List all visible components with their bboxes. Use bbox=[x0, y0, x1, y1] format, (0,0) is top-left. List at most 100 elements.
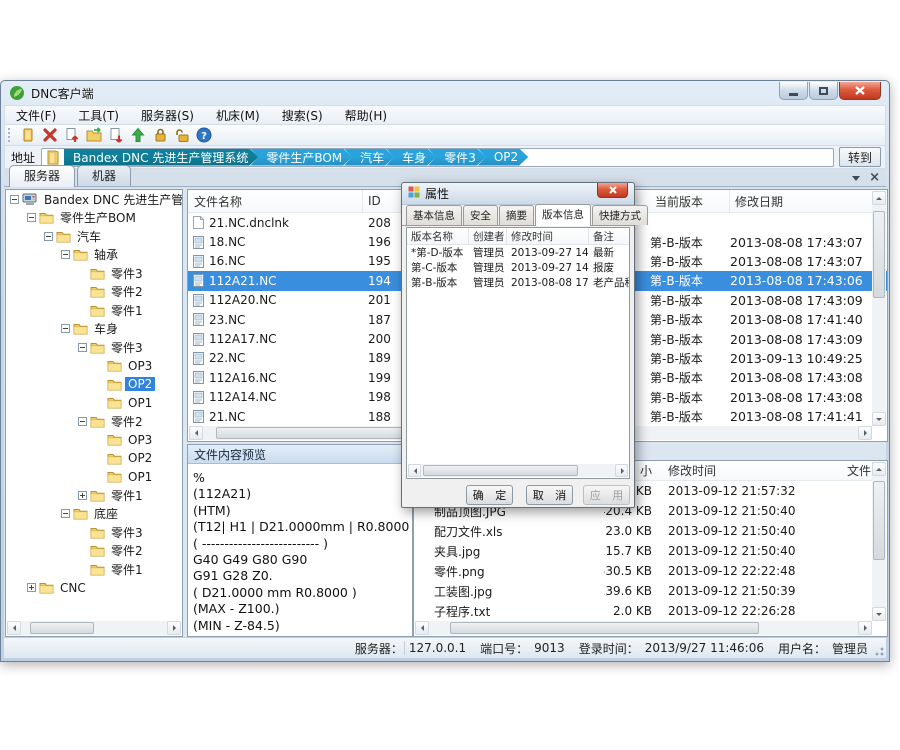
tree-item[interactable]: OP3 bbox=[6, 431, 182, 450]
tab-machine[interactable]: 机器 bbox=[77, 165, 131, 186]
menu-machine[interactable]: 机床(M) bbox=[205, 106, 271, 124]
tree-item[interactable]: 零件1 bbox=[6, 486, 182, 505]
cancel-button[interactable]: 取 消 bbox=[526, 485, 573, 505]
address-box[interactable]: Bandex DNC 先进生产管理系统零件生产BOM汽车车身零件3OP2 bbox=[41, 148, 834, 167]
column-header-version[interactable]: 当前版本 bbox=[650, 190, 730, 212]
menu-search[interactable]: 搜索(S) bbox=[271, 106, 334, 124]
collapse-icon[interactable] bbox=[61, 324, 70, 333]
tree-item[interactable]: 底座 bbox=[6, 505, 182, 524]
scroll-down-icon[interactable] bbox=[872, 607, 886, 621]
panel-close-icon[interactable]: × bbox=[869, 173, 880, 183]
scroll-right-icon[interactable] bbox=[167, 621, 181, 635]
scroll-up-icon[interactable] bbox=[872, 462, 886, 476]
tree-item[interactable]: OP3 bbox=[6, 357, 182, 376]
scroll-thumb[interactable] bbox=[423, 465, 578, 476]
expand-icon[interactable] bbox=[78, 491, 87, 500]
apply-button[interactable]: 应 用 bbox=[583, 485, 630, 505]
checkin-document-icon[interactable] bbox=[61, 126, 83, 145]
scroll-thumb[interactable] bbox=[873, 211, 885, 298]
attachment-row[interactable]: 零件.png530.5 KB2013-09-12 22:22:48 bbox=[414, 561, 887, 581]
tree-item[interactable]: 零件2 bbox=[6, 283, 182, 302]
column-header-version-name[interactable]: 版本名称 bbox=[407, 228, 469, 244]
version-row[interactable]: 第-C-版本管理员2013-09-27 14:...报废 bbox=[407, 260, 629, 275]
attachments-vscrollbar[interactable] bbox=[872, 462, 886, 621]
tree-item[interactable]: OP2 bbox=[6, 375, 182, 394]
collapse-icon[interactable] bbox=[61, 250, 70, 259]
menu-help[interactable]: 帮助(H) bbox=[334, 106, 398, 124]
tree-item[interactable]: 零件生产BOM bbox=[6, 209, 182, 228]
tree-item[interactable]: OP2 bbox=[6, 449, 182, 468]
go-button[interactable]: 转到 bbox=[839, 147, 881, 167]
tree-item[interactable]: OP1 bbox=[6, 394, 182, 413]
dialog-title-bar[interactable]: 属性 bbox=[402, 183, 634, 205]
dialog-hscrollbar[interactable] bbox=[408, 464, 628, 477]
tree-item[interactable]: 零件1 bbox=[6, 301, 182, 320]
attachments-hscrollbar[interactable] bbox=[415, 621, 872, 635]
scroll-left-icon[interactable] bbox=[415, 621, 429, 635]
column-header-note[interactable]: 备注 bbox=[589, 228, 629, 244]
tree-item[interactable]: 车身 bbox=[6, 320, 182, 339]
lock-icon[interactable] bbox=[149, 126, 171, 145]
scroll-up-icon[interactable] bbox=[872, 191, 886, 205]
breadcrumb-item-1[interactable]: 零件生产BOM bbox=[250, 149, 352, 166]
column-header-name[interactable]: 文件名称 bbox=[188, 190, 363, 212]
tree-hscrollbar[interactable] bbox=[7, 621, 181, 635]
breadcrumb-item-4[interactable]: 零件3 bbox=[428, 149, 486, 166]
scroll-right-icon[interactable] bbox=[858, 621, 872, 635]
scroll-right-icon[interactable] bbox=[858, 426, 872, 440]
dialog-tab-0[interactable]: 基本信息 bbox=[406, 205, 462, 225]
scroll-left-icon[interactable] bbox=[189, 426, 203, 440]
tree-item[interactable]: OP1 bbox=[6, 468, 182, 487]
attachment-row[interactable]: 子程序.txt2.0 KB2013-09-12 22:26:28 bbox=[414, 601, 887, 621]
checkout-document-icon[interactable] bbox=[105, 126, 127, 145]
column-header-modified[interactable]: 修改时间 bbox=[507, 228, 589, 244]
close-button[interactable] bbox=[839, 82, 881, 100]
version-row[interactable]: 第-B-版本管理员2013-08-08 17:...老产品程序 bbox=[407, 275, 629, 290]
scroll-thumb[interactable] bbox=[873, 481, 885, 560]
title-bar[interactable]: DNC客户端 bbox=[1, 81, 889, 105]
tree-item[interactable]: 零件1 bbox=[6, 560, 182, 579]
scroll-thumb[interactable] bbox=[450, 622, 759, 634]
version-row[interactable]: *第-D-版本管理员2013-09-27 14:...最新 bbox=[407, 245, 629, 260]
collapse-icon[interactable] bbox=[27, 213, 36, 222]
dialog-close-button[interactable] bbox=[597, 183, 628, 198]
dialog-tab-4[interactable]: 快捷方式 bbox=[592, 205, 648, 225]
tree-item[interactable]: 汽车 bbox=[6, 227, 182, 246]
delete-icon[interactable] bbox=[39, 126, 61, 145]
breadcrumb-item-0[interactable]: Bandex DNC 先进生产管理系统 bbox=[64, 149, 258, 166]
resize-grip[interactable] bbox=[872, 644, 884, 656]
tree-item[interactable]: Bandex DNC 先进生产管理系统 bbox=[6, 190, 182, 209]
export-folder-icon[interactable] bbox=[83, 126, 105, 145]
tree-item[interactable]: 零件3 bbox=[6, 264, 182, 283]
column-header-creator[interactable]: 创建者 bbox=[469, 228, 507, 244]
attachment-row[interactable]: 夹具.jpg215.7 KB2013-09-12 21:50:40 bbox=[414, 541, 887, 561]
column-header-mtime[interactable]: 修改时间 bbox=[654, 461, 829, 480]
tree-item[interactable]: CNC bbox=[6, 579, 182, 598]
upload-icon[interactable] bbox=[127, 126, 149, 145]
chevron-down-icon[interactable] bbox=[852, 176, 860, 181]
collapse-icon[interactable] bbox=[78, 343, 87, 352]
dialog-tab-3[interactable]: 版本信息 bbox=[535, 204, 591, 226]
scroll-left-icon[interactable] bbox=[7, 621, 21, 635]
collapse-icon[interactable] bbox=[44, 232, 53, 241]
attachment-row[interactable]: 配刀文件.xls23.0 KB2013-09-12 21:50:40 bbox=[414, 521, 887, 541]
tree-item[interactable]: 零件3 bbox=[6, 338, 182, 357]
collapse-icon[interactable] bbox=[61, 509, 70, 518]
menu-file[interactable]: 文件(F) bbox=[5, 106, 67, 124]
scroll-thumb[interactable] bbox=[30, 622, 94, 634]
dialog-tab-2[interactable]: 摘要 bbox=[499, 205, 534, 225]
menu-tools[interactable]: 工具(T) bbox=[67, 106, 130, 124]
tree-item[interactable]: 轴承 bbox=[6, 246, 182, 265]
scroll-down-icon[interactable] bbox=[872, 412, 886, 426]
file-list-vscrollbar[interactable] bbox=[872, 191, 886, 426]
minimize-button[interactable] bbox=[779, 82, 808, 100]
ok-button[interactable]: 确 定 bbox=[466, 485, 513, 505]
tree-item[interactable]: 零件2 bbox=[6, 412, 182, 431]
scroll-left-icon[interactable] bbox=[408, 464, 421, 477]
maximize-button[interactable] bbox=[809, 82, 838, 100]
tree-item[interactable]: 零件2 bbox=[6, 542, 182, 561]
attachment-row[interactable]: 工装图.jpg139.6 KB2013-09-12 21:50:39 bbox=[414, 581, 887, 601]
collapse-icon[interactable] bbox=[78, 417, 87, 426]
tab-server[interactable]: 服务器 bbox=[9, 165, 75, 187]
menu-server[interactable]: 服务器(S) bbox=[130, 106, 205, 124]
